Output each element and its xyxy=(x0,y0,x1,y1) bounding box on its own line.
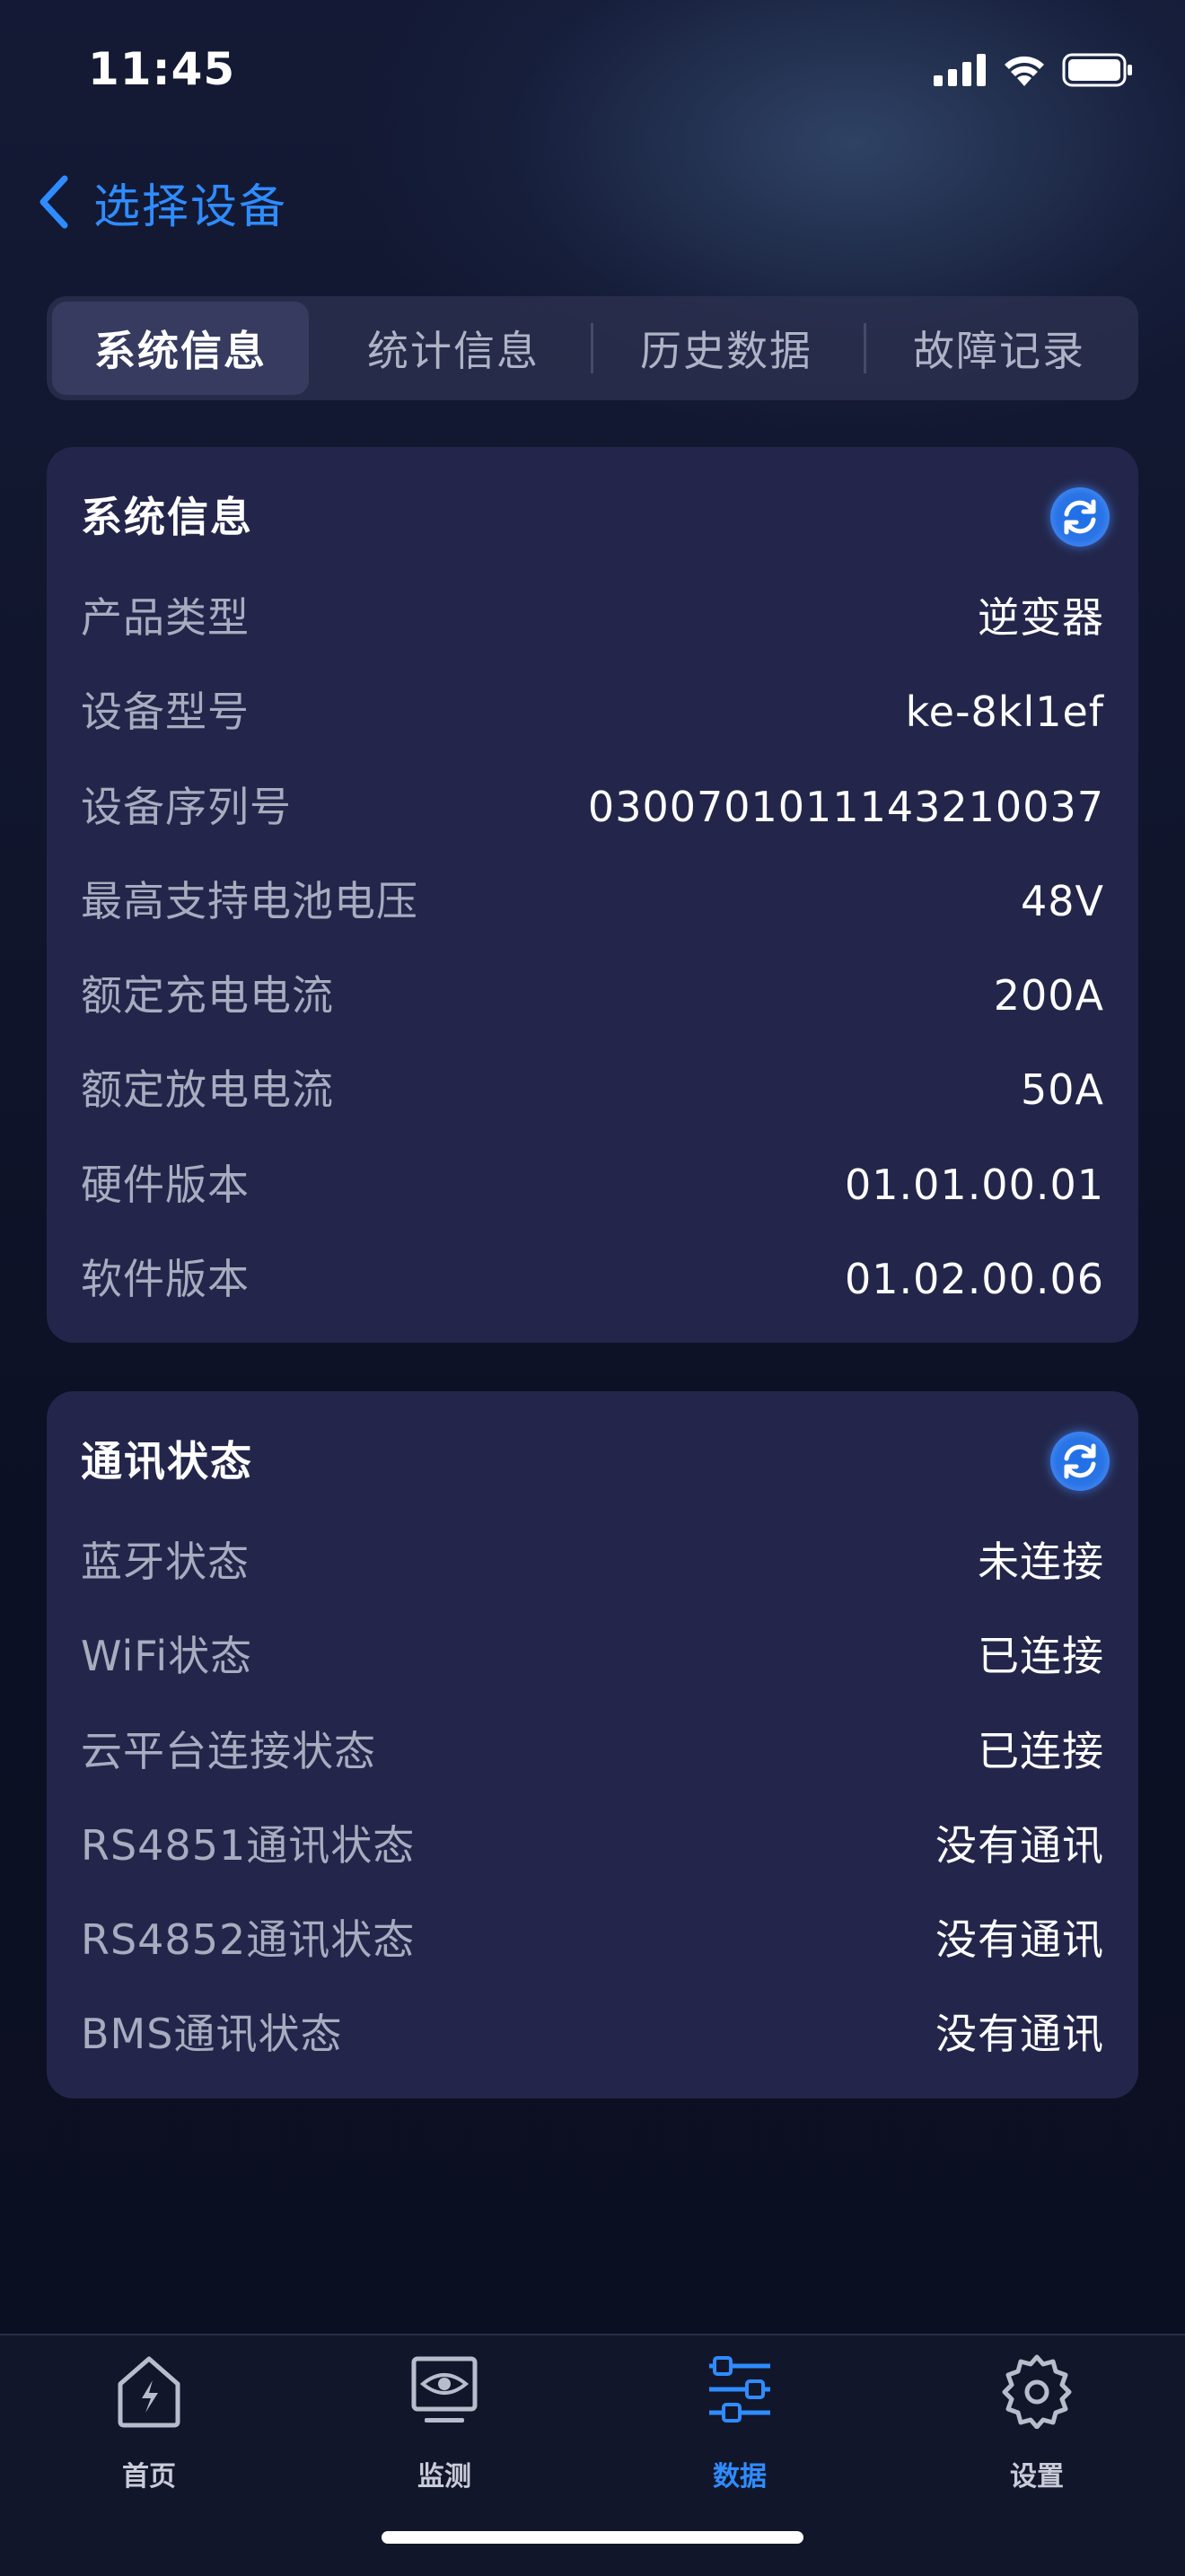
system-info-card: 系统信息 产品类型 逆变器 设备型号 ke-8kl1ef 设备序列号 03007… xyxy=(47,447,1138,1343)
info-row-rated-discharge-current: 额定放电电流 50A xyxy=(81,1058,1104,1121)
comm-status-card: 通讯状态 蓝牙状态 未连接 WiFi状态 已连接 云平台连接状态 已连接 RS4… xyxy=(47,1391,1138,2098)
comm-row-wifi: WiFi状态 已连接 xyxy=(81,1625,1104,1687)
row-label: 额定充电电流 xyxy=(81,971,334,1020)
row-value: 50A xyxy=(1020,1065,1104,1114)
info-row-product-type: 产品类型 逆变器 xyxy=(81,586,1104,649)
row-value: 没有通讯 xyxy=(935,1915,1104,1964)
comm-row-rs4852: RS4852通讯状态 没有通讯 xyxy=(81,1908,1104,1971)
row-value: ke-8kl1ef xyxy=(905,688,1104,736)
refresh-icon xyxy=(1064,499,1096,535)
row-label: 设备型号 xyxy=(81,688,250,736)
refresh-comm-status-button[interactable] xyxy=(1050,1432,1110,1491)
info-row-max-battery-voltage: 最高支持电池电压 48V xyxy=(81,870,1104,933)
bottom-tab-label: 设置 xyxy=(1010,2461,1064,2493)
system-info-title: 系统信息 xyxy=(81,493,253,541)
row-value: 01.01.00.01 xyxy=(845,1161,1104,1209)
row-label: RS4851通讯状态 xyxy=(81,1821,416,1870)
row-value: 没有通讯 xyxy=(935,2010,1104,2058)
chevron-left-icon xyxy=(40,175,68,229)
row-label: 软件版本 xyxy=(81,1255,250,1303)
row-label: 蓝牙状态 xyxy=(81,1538,250,1586)
home-bolt-icon xyxy=(118,2356,180,2428)
row-value: 01.02.00.06 xyxy=(845,1255,1104,1303)
tab-fault-records[interactable]: 故障记录 xyxy=(871,302,1128,395)
refresh-icon xyxy=(1064,1443,1096,1479)
gear-icon xyxy=(1002,2354,1072,2429)
refresh-system-info-button[interactable] xyxy=(1050,487,1110,547)
bottom-tab-monitor[interactable]: 监测 xyxy=(355,2353,534,2497)
status-bar: 11:45 xyxy=(0,0,1185,144)
row-value: 已连接 xyxy=(978,1632,1104,1680)
segmented-tabs: 系统信息 统计信息 历史数据 故障记录 xyxy=(47,296,1138,400)
row-label: 产品类型 xyxy=(81,593,250,642)
bottom-tab-home[interactable]: 首页 xyxy=(59,2353,239,2497)
comm-status-title: 通讯状态 xyxy=(81,1437,253,1485)
row-label: RS4852通讯状态 xyxy=(81,1915,416,1964)
bottom-tab-settings[interactable]: 设置 xyxy=(947,2353,1127,2497)
row-value: 0300701011143210037 xyxy=(587,783,1104,831)
sliders-data-icon xyxy=(709,2356,770,2423)
info-row-rated-charge-current: 额定充电电流 200A xyxy=(81,964,1104,1027)
comm-row-bluetooth: 蓝牙状态 未连接 xyxy=(81,1530,1104,1593)
row-label: 额定放电电流 xyxy=(81,1065,334,1114)
battery-icon xyxy=(1062,53,1132,87)
row-label: 硬件版本 xyxy=(81,1161,250,1209)
row-value: 没有通讯 xyxy=(935,1821,1104,1870)
row-label: WiFi状态 xyxy=(81,1632,253,1680)
row-value: 未连接 xyxy=(978,1538,1104,1586)
comm-row-bms: BMS通讯状态 没有通讯 xyxy=(81,2002,1104,2065)
bottom-tab-data[interactable]: 数据 xyxy=(650,2353,830,2497)
cellular-signal-icon xyxy=(934,54,986,86)
row-label: 云平台连接状态 xyxy=(81,1727,376,1775)
bottom-tab-label: 首页 xyxy=(122,2461,176,2493)
comm-row-rs4851: RS4851通讯状态 没有通讯 xyxy=(81,1814,1104,1877)
tab-divider xyxy=(591,323,593,373)
nav-back-title: 选择设备 xyxy=(93,180,288,234)
row-value: 已连接 xyxy=(978,1727,1104,1775)
bottom-tab-label: 数据 xyxy=(713,2461,767,2493)
status-time: 11:45 xyxy=(88,43,236,95)
row-label: BMS通讯状态 xyxy=(81,2010,343,2058)
info-row-serial-number: 设备序列号 0300701011143210037 xyxy=(81,775,1104,838)
tab-history-data[interactable]: 历史数据 xyxy=(598,302,855,395)
row-label: 最高支持电池电压 xyxy=(81,877,418,925)
row-value: 48V xyxy=(1020,877,1104,925)
tab-system-info[interactable]: 系统信息 xyxy=(52,302,309,395)
monitor-eye-icon xyxy=(411,2356,478,2423)
info-row-device-model: 设备型号 ke-8kl1ef xyxy=(81,680,1104,743)
back-button[interactable]: 选择设备 xyxy=(36,171,288,234)
row-value: 逆变器 xyxy=(978,593,1104,642)
wifi-icon xyxy=(1005,56,1044,86)
row-value: 200A xyxy=(993,971,1104,1020)
tab-divider xyxy=(864,323,866,373)
tab-statistics[interactable]: 统计信息 xyxy=(325,302,582,395)
comm-row-cloud: 云平台连接状态 已连接 xyxy=(81,1720,1104,1783)
home-indicator[interactable] xyxy=(382,2531,803,2544)
row-label: 设备序列号 xyxy=(81,783,292,831)
info-row-software-version: 软件版本 01.02.00.06 xyxy=(81,1248,1104,1310)
bottom-tab-label: 监测 xyxy=(417,2461,471,2493)
info-row-hardware-version: 硬件版本 01.01.00.01 xyxy=(81,1153,1104,1216)
